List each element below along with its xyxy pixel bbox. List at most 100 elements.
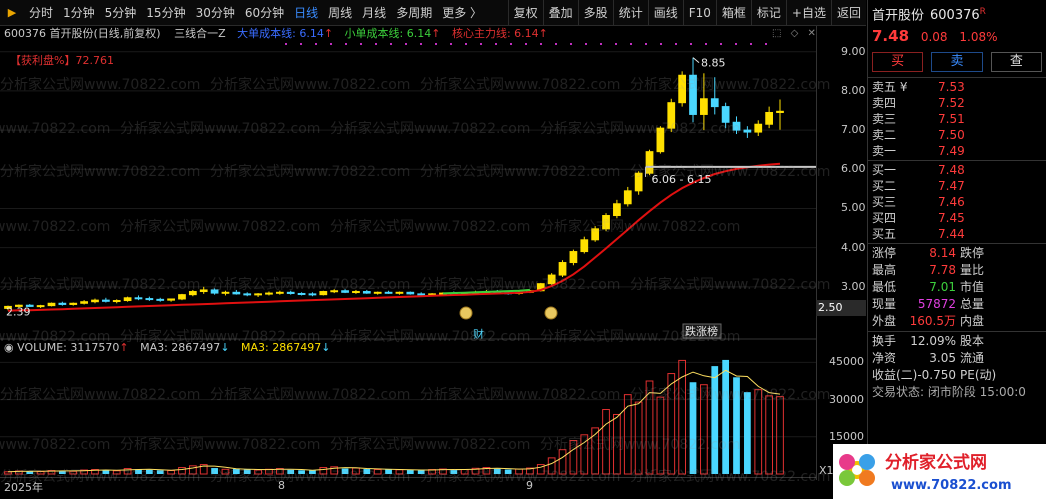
tool-button[interactable]: +自选 (785, 0, 831, 26)
volume-bar (319, 467, 328, 475)
signal-dot (315, 43, 317, 45)
range-label: 6.06 - 6.15 (652, 173, 712, 186)
volume-bar (558, 449, 567, 475)
volume-bar (352, 467, 360, 475)
candle-body (765, 111, 773, 125)
tool-button[interactable]: 复权 (507, 0, 543, 26)
trade-buttons: 买 卖 查 (868, 48, 1046, 76)
chart-toolbar: ▶ 分时 1分钟 5分钟 15分钟 30分钟 60分钟 日线 周线 月线 多周期 更多 〉 复权 叠加… (0, 0, 866, 26)
volume-bar (515, 468, 523, 475)
signal-dot (375, 43, 377, 45)
candle-body (91, 299, 99, 303)
candle-body (243, 293, 252, 296)
current-price-marker: 2.50 (816, 300, 866, 316)
candle-body (330, 290, 339, 293)
orderbook-row[interactable]: 买二 7.47 (868, 178, 1046, 194)
orderbook-row[interactable]: 买五 7.44 (868, 226, 1046, 242)
period-tab[interactable]: 月线 (357, 0, 391, 26)
sell-button[interactable]: 卖 (931, 52, 983, 72)
stock-code: 600376 (930, 8, 980, 24)
orderbook-row[interactable]: 买四 7.45 (868, 210, 1046, 226)
tool-button[interactable]: 箱框 (715, 0, 751, 26)
tool-button[interactable]: 多股 (577, 0, 613, 26)
period-tab[interactable]: 分时 (24, 0, 58, 26)
stat-value: 7.01 (929, 280, 956, 294)
orderbook-row[interactable]: 卖一 7.49 (868, 143, 1046, 159)
date-label: 8 (278, 479, 285, 492)
orderbook-price: 7.51 (938, 112, 965, 126)
stat-value: 160.5万 (909, 314, 956, 328)
orderbook-price: 7.53 (938, 80, 965, 94)
orderbook-row[interactable]: 买一 7.48 (868, 162, 1046, 178)
tool-button[interactable]: F10 (682, 0, 716, 26)
volume-bar (504, 469, 512, 474)
volume-bar (460, 469, 469, 475)
signal-dot (420, 43, 422, 45)
stat-value: 3.05 (929, 351, 956, 365)
orderbook-label: 买一 (872, 163, 897, 177)
buy-button[interactable]: 买 (872, 52, 924, 72)
volume-bar (287, 469, 295, 474)
tool-button[interactable]: 返回 (830, 0, 866, 26)
candle-body (47, 302, 56, 307)
money-bag-icon (459, 306, 473, 320)
event-list-label: 跌涨榜 (685, 324, 718, 338)
quote-panel: 首开股份 600376R 7.48 0.08 1.08% 买 卖 查 卖五 ¥ 7.… (867, 0, 1046, 499)
orderbook-row[interactable]: 卖三 7.51 (868, 111, 1046, 127)
low-price-label: 2.39 (6, 306, 31, 319)
volume-bar (167, 470, 175, 475)
period-tab[interactable]: 1分钟 (58, 0, 100, 26)
volume-bar (36, 471, 45, 475)
candle-body (275, 291, 284, 294)
chart-menu-icon[interactable]: ▶ (0, 0, 24, 26)
candle-body (417, 293, 426, 296)
signal-dot (480, 43, 482, 45)
signal-dot (645, 43, 647, 45)
orderbook-row[interactable]: 买三 7.46 (868, 194, 1046, 210)
candle-body (645, 151, 654, 174)
stat-label: 内盘 (960, 314, 985, 328)
candle-body (188, 291, 197, 296)
tool-button[interactable]: 统计 (612, 0, 648, 26)
signal-dot (660, 43, 662, 45)
period-tab[interactable]: 60分钟 (240, 0, 289, 26)
volume-bar (395, 469, 404, 475)
volume-bar (493, 468, 501, 474)
volume-bar (689, 382, 697, 474)
candle-body (156, 298, 165, 301)
tool-button[interactable]: 画线 (647, 0, 683, 26)
signal-dot (540, 43, 542, 45)
stat-row: 收益(二) -0.750 PE(动) (868, 367, 1046, 384)
kline-chart[interactable]: 600376 首开股份(日线,前复权) 三线合一Z 大单成本线: 6.14↑ 小… (0, 26, 866, 494)
tool-button[interactable]: 叠加 (542, 0, 578, 26)
period-tab[interactable]: 更多 〉 (437, 0, 487, 26)
trading-status: 交易状态: 闭市阶段 15:00:0 (872, 385, 1026, 399)
query-button[interactable]: 查 (990, 52, 1042, 72)
date-axis: 2025年 8 9 (0, 477, 816, 494)
period-tabs: 分时 1分钟 5分钟 15分钟 30分钟 60分钟 日线 周线 月线 多周期 更多 〉 (24, 0, 487, 26)
volume-bar (373, 469, 382, 475)
stat-value: 7.78 (929, 263, 956, 277)
candle-body (178, 294, 186, 300)
orderbook-label: 卖三 (872, 112, 897, 126)
period-tab[interactable]: 周线 (323, 0, 357, 26)
signal-dot (720, 43, 722, 45)
stat-label: 流通 (960, 351, 985, 365)
stat-row: 换手 12.09% 股本 (868, 333, 1046, 350)
volume-bar (634, 401, 643, 475)
orderbook-row[interactable]: 卖二 7.50 (868, 127, 1046, 143)
signal-dot (750, 43, 752, 45)
period-tab[interactable]: 30分钟 (191, 0, 240, 26)
volume-bar (102, 470, 110, 474)
orderbook-row[interactable]: 卖四 7.52 (868, 95, 1046, 111)
tool-button[interactable]: 标记 (750, 0, 786, 26)
period-tab[interactable]: 15分钟 (141, 0, 190, 26)
volume-bar (417, 470, 425, 474)
candle-body (395, 291, 404, 294)
period-tab[interactable]: 多周期 (391, 0, 437, 26)
period-tab[interactable]: 日线 (289, 0, 323, 26)
orderbook-row[interactable]: 卖五 ¥ 7.53 (868, 79, 1046, 95)
candle-body (776, 110, 784, 113)
candle-body (558, 262, 567, 276)
period-tab[interactable]: 5分钟 (100, 0, 142, 26)
